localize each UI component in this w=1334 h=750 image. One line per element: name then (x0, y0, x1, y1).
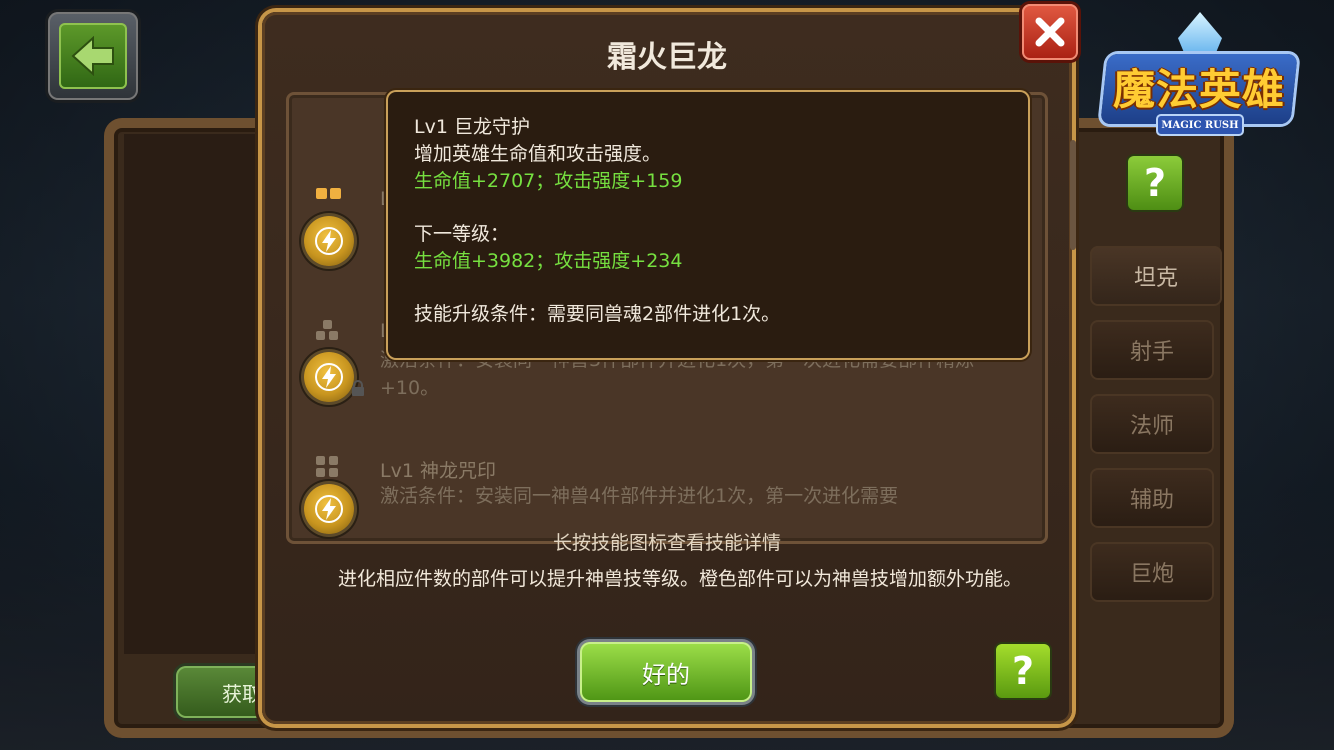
tab-marksman[interactable]: 射手 (1090, 320, 1214, 380)
skill-description: 激活条件：安装同一神兽4件部件并进化1次，第一次进化需要 (380, 485, 899, 507)
side-help-button[interactable]: ? (1128, 156, 1182, 210)
close-icon (1035, 17, 1065, 47)
tooltip-upgrade-condition: 技能升级条件：需要同兽魂2部件进化1次。 (414, 303, 781, 325)
tab-label: 辅助 (1129, 488, 1174, 513)
lightning-icon[interactable] (304, 352, 364, 402)
game-logo: 魔法英雄 MAGIC RUSH (1086, 12, 1312, 142)
back-arrow-icon (59, 23, 127, 89)
question-icon: ? (1143, 161, 1167, 205)
logo-title: 魔法英雄 (1112, 65, 1285, 114)
slot-indicator-icon (316, 456, 340, 480)
scrollbar[interactable] (1070, 140, 1076, 250)
ok-button-label: 好的 (642, 660, 690, 689)
tab-support[interactable]: 辅助 (1090, 468, 1214, 528)
tab-cannon[interactable]: 巨炮 (1090, 542, 1214, 602)
background-panel-list (124, 134, 274, 654)
tooltip-title: Lv1 巨龙守护 (414, 116, 530, 138)
back-button[interactable] (48, 12, 138, 100)
help-button[interactable]: ? (996, 644, 1050, 698)
lightning-icon[interactable] (304, 216, 354, 266)
tooltip-description: 增加英雄生命值和攻击强度。 (414, 143, 662, 165)
evolution-info: 进化相应件数的部件可以提升神兽技等级。橙色部件可以为神兽技增加额外功能。 (338, 568, 1023, 590)
slot-indicator-icon (316, 320, 340, 344)
slot-indicator-icon (316, 188, 341, 212)
tooltip-current-bonus: 生命值+2707；攻击强度+159 (414, 170, 683, 192)
question-icon: ? (1011, 649, 1035, 693)
long-press-hint: 长按技能图标查看技能详情 (552, 532, 781, 554)
tab-label: 坦克 (1133, 266, 1178, 291)
skill-tooltip: Lv1 巨龙守护 增加英雄生命值和攻击强度。 生命值+2707；攻击强度+159… (388, 92, 1028, 358)
get-button-label: 获取 (222, 681, 262, 706)
tab-mage[interactable]: 法师 (1090, 394, 1214, 454)
tab-label: 射手 (1129, 340, 1174, 365)
logo-subtitle: MAGIC RUSH (1158, 116, 1242, 134)
tooltip-next-level-label: 下一等级： (414, 223, 510, 245)
lightning-icon[interactable] (304, 484, 354, 534)
lock-icon (352, 380, 364, 396)
skill-name: Lv1 神龙咒印 (380, 460, 496, 482)
tab-label: 法师 (1129, 414, 1174, 439)
dialog-title: 霜火巨龙 (607, 40, 727, 75)
close-button[interactable] (1022, 4, 1078, 60)
tooltip-next-bonus: 生命值+3982；攻击强度+234 (414, 250, 683, 272)
tab-tank[interactable]: 坦克 (1090, 246, 1222, 306)
ok-button[interactable]: 好的 (580, 642, 752, 702)
tab-label: 巨炮 (1129, 562, 1174, 587)
